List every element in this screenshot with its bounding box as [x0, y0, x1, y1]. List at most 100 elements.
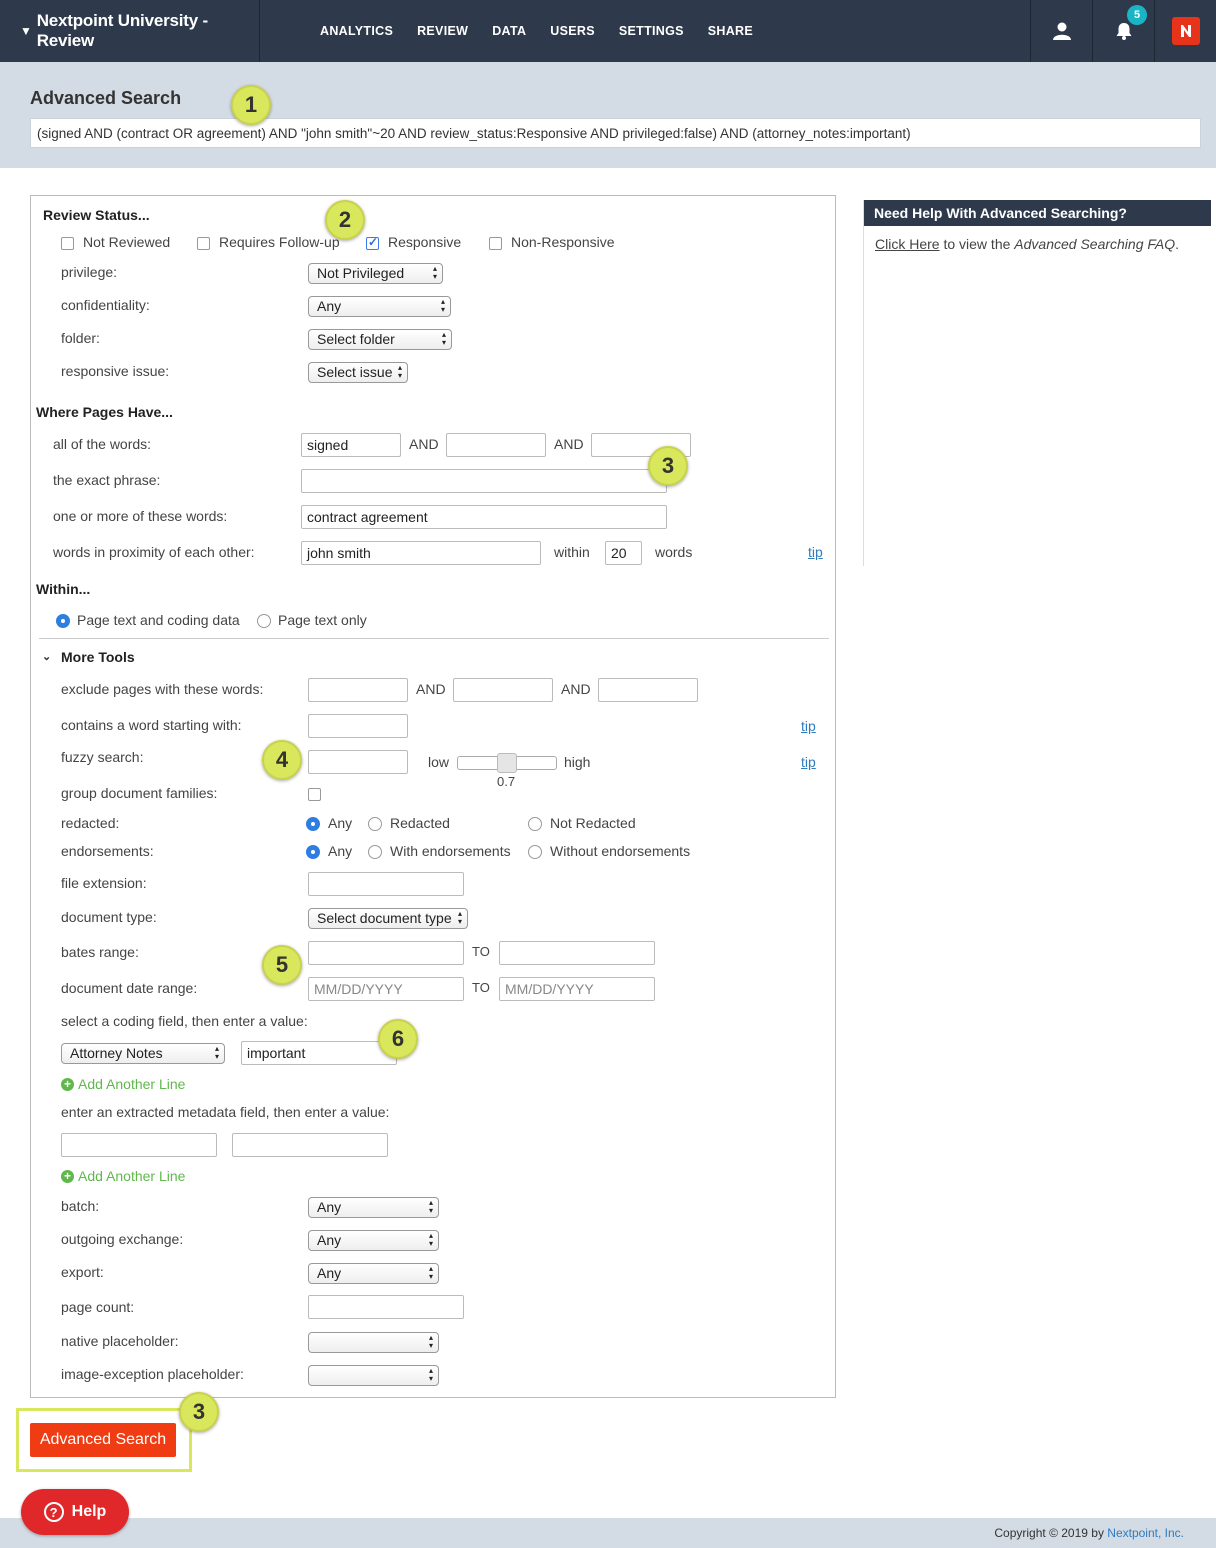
outgoing-exchange-select[interactable]: Any: [308, 1230, 439, 1251]
app-switcher[interactable]: ▼ Nextpoint University - Review: [0, 0, 260, 62]
advanced-search-button[interactable]: Advanced Search: [30, 1423, 176, 1457]
company-link[interactable]: Nextpoint, Inc.: [1107, 1526, 1184, 1540]
to-label: TO: [472, 980, 490, 995]
faq-name: Advanced Searching FAQ: [1014, 236, 1176, 252]
nav-settings[interactable]: SETTINGS: [619, 24, 684, 38]
help-button-label: Help: [71, 1503, 107, 1520]
bates-to-input[interactable]: [499, 941, 655, 965]
exact-phrase-input[interactable]: [301, 469, 667, 493]
help-button[interactable]: ? Help: [21, 1489, 129, 1535]
app-title: Nextpoint University - Review: [36, 11, 208, 50]
image-exception-label: image-exception placeholder:: [61, 1366, 244, 1382]
all-words-input-2[interactable]: [446, 433, 546, 457]
fuzzy-input[interactable]: [308, 750, 408, 774]
confidentiality-label: confidentiality:: [61, 297, 150, 313]
responsive-label: Responsive: [388, 234, 462, 250]
non-responsive-label: Non-Responsive: [511, 234, 615, 250]
file-extension-input[interactable]: [308, 872, 464, 896]
add-metadata-line-link[interactable]: + Add Another Line: [61, 1168, 185, 1184]
proximity-input[interactable]: john smith: [301, 541, 541, 565]
nav-analytics[interactable]: ANALYTICS: [320, 24, 393, 38]
notifications-button[interactable]: 5: [1092, 0, 1154, 62]
endorse-without-label: Without endorsements: [550, 843, 691, 859]
date-to-input[interactable]: MM/DD/YYYY: [499, 977, 655, 1001]
page-text-only-radio[interactable]: [257, 614, 271, 628]
folder-select[interactable]: Select folder: [308, 329, 452, 350]
bates-range-label: bates range:: [61, 944, 139, 960]
nav-users[interactable]: USERS: [550, 24, 595, 38]
batch-select[interactable]: Any: [308, 1197, 439, 1218]
chevron-down-icon[interactable]: ⌄: [42, 650, 51, 663]
non-responsive-checkbox[interactable]: [489, 237, 502, 250]
endorse-any-radio[interactable]: [306, 845, 320, 859]
requires-followup-checkbox[interactable]: [197, 237, 210, 250]
brand-logo-button[interactable]: [1154, 0, 1216, 62]
nav-data[interactable]: DATA: [492, 24, 526, 38]
coding-value-input[interactable]: important: [241, 1041, 397, 1065]
fuzzy-tip-link[interactable]: tip: [801, 754, 816, 770]
responsive-checkbox[interactable]: [366, 235, 379, 250]
user-menu-button[interactable]: [1030, 0, 1092, 62]
nav-review[interactable]: REVIEW: [417, 24, 468, 38]
caret-down-icon: ▼: [20, 24, 32, 38]
exclude-input-1[interactable]: [308, 678, 408, 702]
user-icon: [1052, 22, 1071, 40]
endorse-with-radio[interactable]: [368, 845, 382, 859]
page-count-input[interactable]: [308, 1295, 464, 1319]
image-exception-select[interactable]: [308, 1365, 439, 1386]
query-string-field[interactable]: (signed AND (contract OR agreement) AND …: [30, 118, 1201, 148]
responsive-issue-select[interactable]: Select issue: [308, 362, 408, 383]
help-text: to view the: [939, 236, 1015, 252]
folder-label: folder:: [61, 330, 100, 346]
native-placeholder-label: native placeholder:: [61, 1333, 179, 1349]
redacted-no-radio[interactable]: [528, 817, 542, 831]
proximity-distance-input[interactable]: 20: [605, 541, 642, 565]
redacted-yes-radio[interactable]: [368, 817, 382, 831]
starting-input[interactable]: [308, 714, 408, 738]
metadata-field-input[interactable]: [61, 1133, 217, 1157]
page-text-coding-label: Page text and coding data: [77, 612, 240, 628]
exclude-input-3[interactable]: [598, 678, 698, 702]
fuzzy-slider[interactable]: [457, 753, 557, 773]
pages-heading: Where Pages Have...: [36, 404, 173, 420]
faq-link[interactable]: Click Here: [875, 236, 940, 252]
group-families-checkbox[interactable]: [308, 788, 321, 801]
coding-field-select[interactable]: Attorney Notes: [61, 1043, 225, 1064]
page-title: Advanced Search: [30, 88, 182, 108]
and-label: AND: [416, 681, 446, 697]
endorse-without-radio[interactable]: [528, 845, 542, 859]
fuzzy-slider-thumb[interactable]: [497, 753, 517, 773]
group-families-label: group document families:: [61, 785, 218, 801]
callout-marker-1: 1: [231, 85, 271, 125]
endorsements-label: endorsements:: [61, 843, 154, 859]
endorse-any-label: Any: [328, 843, 353, 859]
proximity-tip-link[interactable]: tip: [808, 544, 823, 560]
metadata-value-input[interactable]: [232, 1133, 388, 1157]
redacted-any-radio[interactable]: [306, 817, 320, 831]
confidentiality-select[interactable]: Any: [308, 296, 451, 317]
metadata-label: enter an extracted metadata field, then …: [61, 1104, 390, 1120]
redacted-label: redacted:: [61, 815, 120, 831]
more-tools-toggle[interactable]: More Tools: [61, 649, 135, 665]
add-coding-line-link[interactable]: + Add Another Line: [61, 1076, 185, 1092]
coding-field-label: select a coding field, then enter a valu…: [61, 1013, 308, 1029]
starting-tip-link[interactable]: tip: [801, 718, 816, 734]
exclude-input-2[interactable]: [453, 678, 553, 702]
within-label: within: [554, 544, 590, 560]
redacted-any-label: Any: [328, 815, 353, 831]
page-text-coding-radio[interactable]: [56, 614, 70, 628]
one-or-more-input[interactable]: contract agreement: [301, 505, 667, 529]
date-from-input[interactable]: MM/DD/YYYY: [308, 977, 464, 1001]
privilege-label: privilege:: [61, 264, 118, 280]
all-words-input-1[interactable]: signed: [301, 433, 401, 457]
nav-share[interactable]: SHARE: [708, 24, 753, 38]
export-select[interactable]: Any: [308, 1263, 439, 1284]
bates-from-input[interactable]: [308, 941, 464, 965]
document-type-select[interactable]: Select document type: [308, 908, 468, 929]
privilege-select[interactable]: Not Privileged: [308, 263, 443, 284]
outgoing-exchange-label: outgoing exchange:: [61, 1231, 184, 1247]
all-words-label: all of the words:: [53, 436, 152, 452]
add-line-label: Add Another Line: [78, 1076, 186, 1092]
native-placeholder-select[interactable]: [308, 1332, 439, 1353]
not-reviewed-checkbox[interactable]: [61, 237, 74, 250]
